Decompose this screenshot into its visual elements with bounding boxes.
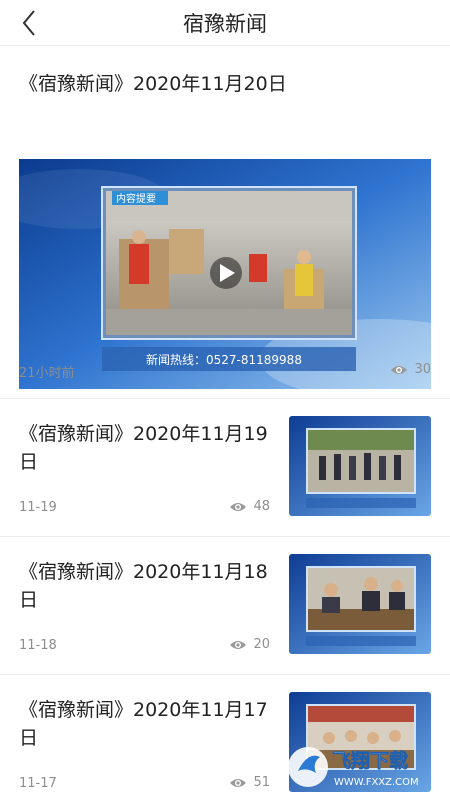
- view-count-value: 48: [253, 499, 270, 514]
- item-date: 11-18: [19, 638, 57, 653]
- item-title: 《宿豫新闻》2020年11月17日: [19, 699, 268, 749]
- view-count-value: 20: [253, 637, 270, 652]
- news-list-item[interactable]: 《宿豫新闻》2020年11月18日 11-18 20: [0, 538, 450, 668]
- featured-time: 21小时前: [19, 366, 75, 381]
- featured-view-count: 30: [390, 362, 431, 377]
- view-count-value: 30: [414, 362, 431, 377]
- video-badge: 内容提要: [116, 192, 156, 205]
- item-view-count: 20: [229, 637, 270, 652]
- divider: [0, 398, 450, 399]
- item-date: 11-19: [19, 500, 57, 515]
- page-title: 宿豫新闻: [183, 12, 267, 36]
- item-thumbnail[interactable]: [289, 554, 431, 654]
- divider: [0, 536, 450, 537]
- watermark-text: 飞翔下载: [332, 749, 408, 772]
- featured-title: 《宿豫新闻》2020年11月20日: [19, 73, 287, 95]
- eye-icon: [230, 640, 247, 649]
- eye-icon: [391, 365, 408, 374]
- item-thumbnail[interactable]: [289, 416, 431, 516]
- eye-icon: [230, 778, 247, 787]
- news-list-item[interactable]: 《宿豫新闻》2020年11月19日 11-19 48: [0, 400, 450, 530]
- site-watermark-logo: 飞翔下载 WWW.FXXZ.COM: [286, 737, 438, 793]
- hotline-text: 新闻热线：0527-81189988: [146, 352, 302, 367]
- item-view-count: 48: [229, 499, 270, 514]
- item-view-count: 51: [229, 775, 270, 790]
- eye-icon: [230, 502, 247, 511]
- item-title: 《宿豫新闻》2020年11月19日: [19, 423, 268, 473]
- featured-news-item[interactable]: 《宿豫新闻》2020年11月20日 内容提要 新闻热线：0527-8118998…: [0, 47, 450, 399]
- divider: [0, 674, 450, 675]
- item-date: 11-17: [19, 776, 57, 791]
- watermark-url: WWW.FXXZ.COM: [334, 777, 419, 788]
- item-title: 《宿豫新闻》2020年11月18日: [19, 561, 268, 611]
- view-count-value: 51: [253, 775, 270, 790]
- app-header: 宿豫新闻: [0, 0, 450, 46]
- featured-video-thumbnail[interactable]: 内容提要 新闻热线：0527-81189988: [0, 159, 450, 399]
